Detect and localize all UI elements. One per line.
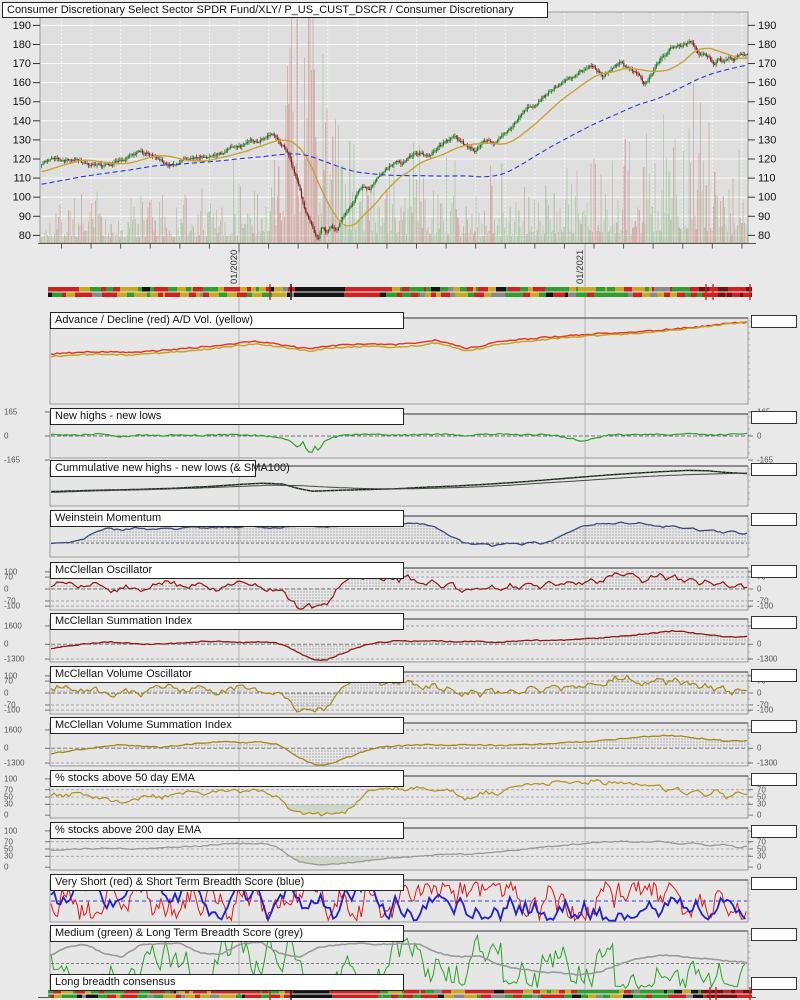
panel-label-mcclellan-volume-oscillator: McClellan Volume Oscillator: [50, 666, 404, 683]
panel-ytick: 70: [4, 677, 13, 686]
right-margin-box: [751, 315, 797, 328]
svg-text:100: 100: [13, 192, 31, 204]
panel-ytick: -1300: [4, 655, 25, 664]
chart-title: Consumer Discretionary Select Sector SPD…: [2, 2, 548, 18]
panel-ytick: -100: [757, 706, 774, 715]
panel-ytick: 30: [4, 852, 13, 861]
right-margin-box: [751, 720, 797, 733]
svg-text:90: 90: [19, 211, 31, 223]
svg-text:150: 150: [13, 96, 31, 108]
right-margin-box: [751, 616, 797, 629]
panel-ytick: 0: [4, 863, 9, 872]
svg-text:80: 80: [758, 230, 770, 242]
panel-label-pct-above-200ema: % stocks above 200 day EMA: [50, 822, 404, 839]
panel-ytick: 0: [4, 811, 9, 820]
panel-ytick: -100: [757, 602, 774, 611]
svg-text:160: 160: [758, 77, 776, 89]
right-margin-box: [751, 411, 797, 424]
panel-ytick: 0: [757, 689, 762, 698]
svg-text:130: 130: [758, 134, 776, 146]
right-margin-box: [751, 565, 797, 578]
panel-label-mcclellan-oscillator: McClellan Oscillator: [50, 562, 404, 579]
panel-label-long-breadth-consensus: Long breadth consensus: [50, 974, 404, 991]
panel-label-advance-decline: Advance / Decline (red) A/D Vol. (yellow…: [50, 312, 404, 329]
chart-canvas[interactable]: 01/2020 01/2021 190 190 180 180 170 170 160 160 15…: [0, 0, 800, 1000]
svg-text:90: 90: [758, 211, 770, 223]
panel-ytick: 1600: [4, 725, 22, 734]
right-margin-box: [751, 463, 797, 476]
right-margin-box: [751, 669, 797, 682]
panel-label-very-short-breadth: Very Short (red) & Short Term Breadth Sc…: [50, 874, 404, 891]
charting-app: 01/2020 01/2021 190 190 180 180 170 170 160 160 15…: [0, 0, 800, 1000]
panel-ytick: 30: [757, 800, 766, 809]
right-margin-box: [751, 928, 797, 941]
panel-label-cumulative-nh-nl: Cummulative new highs - new lows (& SMA1…: [50, 460, 290, 477]
svg-text:110: 110: [758, 173, 776, 185]
panel-ytick: 0: [4, 640, 9, 649]
panel-ytick: 0: [757, 432, 762, 441]
svg-text:130: 130: [13, 134, 31, 146]
right-margin-box: [751, 877, 797, 890]
panel-ytick: -1300: [757, 759, 778, 768]
panel-ytick: 0: [4, 744, 9, 753]
svg-text:120: 120: [758, 154, 776, 166]
panel-label-mcclellan-summation: McClellan Summation Index: [50, 613, 404, 630]
panel-ytick: -100: [4, 602, 21, 611]
panel-ytick: 1600: [4, 621, 22, 630]
panel-ytick: 0: [4, 689, 9, 698]
right-margin-box: [751, 773, 797, 786]
panel-ytick: 0: [4, 432, 9, 441]
panel-ytick: 165: [4, 407, 18, 416]
panel-ytick: -100: [4, 706, 21, 715]
panel-ytick: 30: [4, 800, 13, 809]
panel-label-medium-breadth: Medium (green) & Long Term Breadth Score…: [50, 925, 404, 942]
right-margin-box: [751, 513, 797, 526]
x-axis-label: 01/2020: [229, 250, 240, 284]
svg-text:190: 190: [758, 20, 776, 32]
right-margin-box: [751, 977, 797, 990]
svg-text:140: 140: [13, 115, 31, 127]
panel-ytick: 0: [757, 744, 762, 753]
panel-ytick: -1300: [4, 759, 25, 768]
panel-ytick: 0: [757, 585, 762, 594]
panel-ytick: 0: [757, 640, 762, 649]
panel-ytick: -165: [4, 456, 21, 465]
panel-label-mcclellan-volume-summation: McClellan Volume Summation Index: [50, 717, 404, 734]
right-margin-box: [751, 825, 797, 838]
panel-label-net-new-highs: New highs - new lows: [50, 408, 404, 425]
svg-text:170: 170: [13, 58, 31, 70]
panel-ytick: 0: [757, 863, 762, 872]
panel-label-weinstein-momentum: Weinstein Momentum: [50, 510, 404, 527]
svg-text:110: 110: [13, 173, 31, 185]
svg-text:180: 180: [13, 39, 31, 51]
svg-text:100: 100: [758, 192, 776, 204]
svg-text:170: 170: [758, 58, 776, 70]
panel-ytick: 0: [4, 585, 9, 594]
svg-text:160: 160: [13, 77, 31, 89]
svg-text:140: 140: [758, 115, 776, 127]
svg-text:80: 80: [19, 230, 31, 242]
panel-ytick: 0: [757, 811, 762, 820]
panel-ytick: -1300: [757, 655, 778, 664]
x-axis-label: 01/2021: [575, 250, 586, 284]
panel-ytick: 100: [4, 774, 18, 783]
svg-text:150: 150: [758, 96, 776, 108]
panel-ytick: 70: [4, 573, 13, 582]
svg-text:180: 180: [758, 39, 776, 51]
panel-label-pct-above-50ema: % stocks above 50 day EMA: [50, 770, 404, 787]
panel-ytick: 100: [4, 826, 18, 835]
svg-text:190: 190: [13, 20, 31, 32]
panel-ytick: 30: [757, 852, 766, 861]
svg-text:120: 120: [13, 154, 31, 166]
market-ribbon: [48, 284, 752, 300]
